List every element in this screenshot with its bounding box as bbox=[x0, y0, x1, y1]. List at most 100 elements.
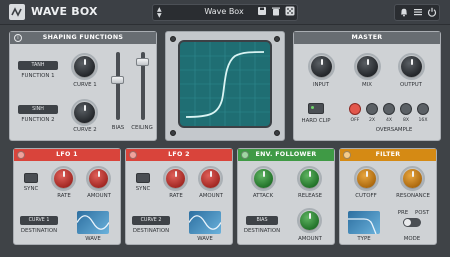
menu-icon[interactable] bbox=[412, 7, 423, 18]
filter-mode-label: MODE bbox=[403, 236, 421, 242]
app-title: WAVE BOX bbox=[31, 5, 98, 18]
function1-type-select[interactable]: TANH bbox=[18, 61, 58, 70]
sine-wave-icon bbox=[77, 215, 109, 230]
screw-icon bbox=[274, 130, 280, 136]
filter-type-select[interactable] bbox=[348, 211, 380, 234]
lfo2-destination-label: DESTINATION bbox=[132, 228, 170, 234]
bias-slider-handle[interactable] bbox=[111, 76, 124, 84]
mix-knob[interactable] bbox=[354, 53, 381, 80]
bias-label: BIAS bbox=[111, 125, 125, 131]
filter-pre-label: PRE bbox=[397, 210, 409, 216]
power-icon[interactable] bbox=[426, 7, 437, 18]
env-amount-knob[interactable] bbox=[297, 208, 322, 233]
ceiling-label: CEILING bbox=[131, 125, 153, 131]
bias-slider-track[interactable] bbox=[116, 52, 120, 120]
master-panel: MASTER INPUT MIX OUTPUT HARD CLIP OFF 2X 4… bbox=[293, 31, 441, 141]
lfo2-wave-select[interactable] bbox=[189, 211, 221, 234]
curve2-knob[interactable] bbox=[71, 99, 98, 126]
env-follower-panel: ENV. FOLLOWER ATTACK RELEASE BIAS DESTIN… bbox=[237, 148, 335, 245]
curve1-knob[interactable] bbox=[71, 53, 98, 80]
lfo1-rate-label: RATE bbox=[57, 193, 71, 199]
hard-clip-label: HARD CLIP bbox=[301, 118, 331, 124]
filter-power-icon[interactable] bbox=[343, 151, 351, 159]
global-tools bbox=[394, 4, 440, 21]
lfo1-rate-knob[interactable] bbox=[51, 166, 76, 191]
hard-clip-button[interactable] bbox=[308, 103, 324, 114]
lfo1-power-icon[interactable] bbox=[17, 151, 25, 159]
oversample-option-16x[interactable] bbox=[417, 103, 429, 115]
filter-header: FILTER bbox=[340, 149, 436, 161]
lfo2-rate-knob[interactable] bbox=[163, 166, 188, 191]
lfo1-wave-select[interactable] bbox=[77, 211, 109, 234]
shaping-functions-title: SHAPING FUNCTIONS bbox=[42, 34, 124, 41]
output-label: OUTPUT bbox=[400, 82, 422, 88]
lfo2-title: LFO 2 bbox=[168, 151, 190, 158]
output-knob[interactable] bbox=[398, 53, 425, 80]
oversample-option-label: 2X bbox=[368, 118, 376, 123]
screw-icon bbox=[170, 36, 176, 42]
lfo1-sync-button[interactable] bbox=[24, 173, 38, 183]
preset-down-icon[interactable]: ▼ bbox=[157, 12, 165, 19]
transfer-curve-display bbox=[165, 31, 285, 141]
input-knob[interactable] bbox=[308, 53, 335, 80]
lfo2-power-icon[interactable] bbox=[129, 151, 137, 159]
oversample-option-off[interactable] bbox=[349, 103, 361, 115]
transfer-curve-graph bbox=[180, 42, 270, 126]
function2-type-select[interactable]: SINH bbox=[18, 105, 58, 114]
function1-label: FUNCTION 1 bbox=[21, 73, 55, 79]
lfo1-destination-label: DESTINATION bbox=[20, 228, 58, 234]
env-attack-knob[interactable] bbox=[251, 166, 276, 191]
lfo1-destination-select[interactable]: CURVE 1 bbox=[20, 216, 58, 225]
lfo2-amount-knob[interactable] bbox=[198, 166, 223, 191]
oversample-option-label: OFF bbox=[350, 118, 360, 123]
lowpass-icon bbox=[348, 218, 377, 234]
oversample-options: OFF 2X 4X 8X 16X bbox=[349, 103, 437, 127]
info-icon[interactable]: i bbox=[14, 34, 22, 42]
save-icon[interactable] bbox=[256, 6, 267, 17]
lfo1-panel: LFO 1 SYNC RATE AMOUNT CURVE 1 DESTINATI… bbox=[13, 148, 121, 245]
oversample-option-2x[interactable] bbox=[366, 103, 378, 115]
oversample-option-4x[interactable] bbox=[383, 103, 395, 115]
filter-mode-toggle[interactable] bbox=[403, 218, 421, 227]
oversample-option-8x[interactable] bbox=[400, 103, 412, 115]
mix-label: MIX bbox=[362, 82, 372, 88]
filter-resonance-knob[interactable] bbox=[400, 166, 425, 191]
sine-wave-icon bbox=[189, 215, 221, 230]
lfo2-sync-button[interactable] bbox=[136, 173, 150, 183]
lfo2-header: LFO 2 bbox=[126, 149, 232, 161]
env-destination-select[interactable]: BIAS bbox=[246, 216, 278, 225]
oversample-option-label: 4X bbox=[385, 118, 393, 123]
lfo1-header: LFO 1 bbox=[14, 149, 120, 161]
scope-screen bbox=[178, 40, 272, 128]
env-follower-header: ENV. FOLLOWER bbox=[238, 149, 334, 161]
screw-icon bbox=[170, 130, 176, 136]
filter-type-label: TYPE bbox=[357, 236, 371, 242]
screw-icon bbox=[274, 36, 280, 42]
filter-cutoff-label: CUTOFF bbox=[355, 193, 377, 199]
logo-icon bbox=[9, 4, 25, 20]
dice-icon[interactable] bbox=[284, 6, 295, 17]
function2-label: FUNCTION 2 bbox=[21, 117, 55, 123]
env-release-knob[interactable] bbox=[297, 166, 322, 191]
filter-post-label: POST bbox=[415, 210, 430, 216]
oversample-label: OVERSAMPLE bbox=[375, 127, 413, 133]
lfo2-wave-label: WAVE bbox=[197, 236, 213, 242]
input-label: INPUT bbox=[312, 82, 330, 88]
bell-icon[interactable] bbox=[398, 7, 409, 18]
env-release-label: RELEASE bbox=[297, 193, 323, 199]
filter-mode-toggle-knob[interactable] bbox=[404, 219, 411, 226]
lfo2-panel: LFO 2 SYNC RATE AMOUNT CURVE 2 DESTINATI… bbox=[125, 148, 233, 245]
trash-icon[interactable] bbox=[270, 6, 281, 17]
env-follower-power-icon[interactable] bbox=[241, 151, 249, 159]
hard-clip-led bbox=[311, 106, 314, 109]
lfo2-destination-select[interactable]: CURVE 2 bbox=[132, 216, 170, 225]
master-header: MASTER bbox=[294, 32, 440, 44]
filter-title: FILTER bbox=[375, 151, 401, 158]
lfo1-amount-knob[interactable] bbox=[86, 166, 111, 191]
ceiling-slider-handle[interactable] bbox=[136, 58, 149, 66]
lfo2-sync-label: SYNC bbox=[135, 186, 151, 192]
lfo1-wave-label: WAVE bbox=[85, 236, 101, 242]
filter-cutoff-knob[interactable] bbox=[354, 166, 379, 191]
header-bar: WAVE BOX ▲ ▼ Wave Box bbox=[0, 0, 450, 25]
env-attack-label: ATTACK bbox=[252, 193, 274, 199]
